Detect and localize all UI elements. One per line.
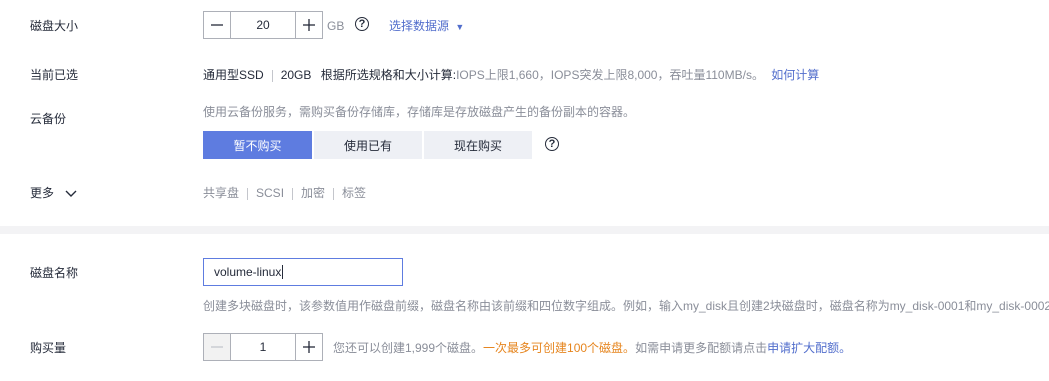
backup-description: 使用云备份服务，需购买备份存储库，存储库是存放磁盘产生的备份副本的容器。 bbox=[203, 105, 636, 119]
quantity-limit: 一次最多可创建100个磁盘。 bbox=[483, 341, 636, 355]
current-selection-summary: 通用型SSD 20GB 根据所选规格和大小计算:IOPS上限1,660，IOPS突… bbox=[203, 67, 819, 83]
quantity-more: 如需申请更多配额请点击 bbox=[635, 341, 768, 355]
disk-size-summary: 20GB bbox=[280, 68, 312, 82]
divider bbox=[292, 187, 294, 200]
disk-name-value: volume-linux bbox=[214, 265, 282, 279]
section-divider bbox=[0, 226, 1049, 234]
quantity-stepper: 1 bbox=[203, 333, 323, 361]
more-item-tag: 标签 bbox=[342, 186, 367, 200]
more-item-encrypt: 加密 bbox=[301, 186, 326, 200]
how-to-calculate-link[interactable]: 如何计算 bbox=[771, 68, 819, 82]
backup-help-icon[interactable]: ? bbox=[545, 137, 559, 151]
help-icon[interactable]: ? bbox=[355, 17, 369, 31]
disk-name-input[interactable]: volume-linux bbox=[203, 258, 403, 286]
increase-quantity-button[interactable] bbox=[295, 334, 322, 360]
iops-info: IOPS上限1,660，IOPS突发上限8,000，吞吐量110MB/s。 bbox=[456, 68, 764, 82]
select-source-dropdown[interactable]: 选择数据源 ▼ bbox=[389, 18, 464, 35]
decrease-size-button[interactable] bbox=[204, 12, 231, 38]
more-label: 更多 bbox=[30, 186, 55, 200]
more-options-list: 共享盘 SCSI 加密 标签 bbox=[203, 185, 366, 201]
backup-option-no-purchase[interactable]: 暂不购买 bbox=[203, 131, 312, 159]
disk-name-hint: 创建多块磁盘时，该参数值用作磁盘前缀，磁盘名称由该前缀和四位数字组成。例如，输入… bbox=[203, 299, 1049, 313]
text-caret bbox=[282, 265, 284, 279]
minus-icon bbox=[211, 24, 223, 26]
quantity-note: 您还可以创建1,999个磁盘。一次最多可创建100个磁盘。如需申请更多配额请点击… bbox=[333, 340, 851, 356]
divider bbox=[333, 187, 335, 200]
more-item-shared: 共享盘 bbox=[203, 186, 240, 200]
backup-option-use-existing[interactable]: 使用已有 bbox=[314, 131, 422, 159]
quantity-value[interactable]: 1 bbox=[231, 334, 295, 360]
backup-option-buy-now[interactable]: 现在购买 bbox=[424, 131, 532, 159]
chevron-down-icon bbox=[65, 190, 77, 197]
increase-size-button[interactable] bbox=[295, 12, 322, 38]
calc-prefix: 根据所选规格和大小计算: bbox=[320, 68, 457, 82]
apply-quota-link[interactable]: 申请扩大配额。 bbox=[767, 341, 851, 355]
caret-down-icon: ▼ bbox=[455, 22, 465, 32]
disk-type: 通用型SSD bbox=[203, 68, 264, 82]
plus-icon bbox=[303, 341, 315, 353]
more-toggle[interactable]: 更多 bbox=[30, 185, 77, 201]
backup-label: 云备份 bbox=[30, 112, 67, 126]
quantity-remaining: 您还可以创建1,999个磁盘。 bbox=[333, 341, 484, 355]
disk-size-stepper: 20 bbox=[203, 11, 323, 39]
disk-size-value[interactable]: 20 bbox=[231, 12, 295, 38]
plus-icon bbox=[303, 19, 315, 31]
divider bbox=[247, 187, 249, 200]
current-selection-label: 当前已选 bbox=[30, 68, 79, 82]
select-source-label: 选择数据源 bbox=[389, 19, 450, 33]
quantity-label: 购买量 bbox=[30, 341, 67, 355]
disk-name-label: 磁盘名称 bbox=[30, 266, 79, 280]
disk-size-label: 磁盘大小 bbox=[30, 19, 79, 33]
more-item-scsi: SCSI bbox=[256, 186, 285, 200]
divider bbox=[271, 69, 273, 82]
size-unit: GB bbox=[327, 19, 345, 33]
decrease-quantity-button[interactable] bbox=[204, 334, 231, 360]
minus-icon bbox=[211, 346, 223, 348]
